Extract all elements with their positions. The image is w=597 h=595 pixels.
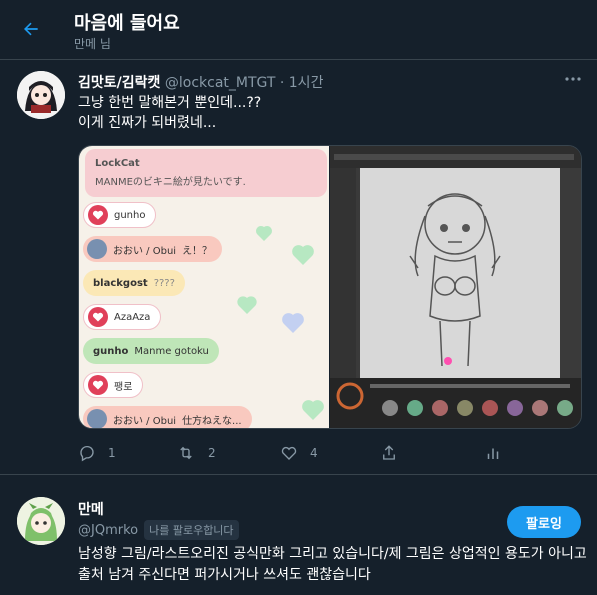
tweet-time[interactable]: · 1시간 xyxy=(280,75,324,91)
retweet-count: 2 xyxy=(208,446,216,460)
following-button[interactable]: 팔로잉 xyxy=(507,506,581,538)
author-name[interactable]: 김맛토/김락캣 xyxy=(78,75,160,91)
heart-icon xyxy=(88,205,108,225)
chat-message: gunho xyxy=(83,202,157,228)
chat-user: おおい / Obui xyxy=(113,415,177,427)
chat-message: おおい / Obui 仕方ねえな... xyxy=(83,406,252,428)
page-header: 마음에 들어요 만메 님 xyxy=(0,0,597,60)
chat-message: AzaAza xyxy=(83,304,162,330)
like-icon xyxy=(281,446,297,460)
like-button[interactable]: 4 xyxy=(280,443,318,463)
media-chat-image[interactable]: LockCat MANMEのビキニ絵が見たいです. gunho おおい / Ob… xyxy=(79,146,329,428)
page-subtitle: 만메 님 xyxy=(74,37,111,51)
reply-icon xyxy=(80,445,94,462)
tweet-text-line: 그냥 한번 말해본거 뿐인데...?? xyxy=(78,95,262,111)
chat-message: blackgost ???? xyxy=(83,270,185,296)
like-count: 4 xyxy=(310,446,318,460)
user-cell[interactable]: 만메 @JQmrko 나를 팔로우합니다 팔로잉 남성향 그림/라스트오리진 공… xyxy=(0,476,597,595)
more-button[interactable] xyxy=(561,69,585,89)
chat-text: MANMEのビキニ絵が見たいです. xyxy=(95,177,246,188)
chat-user: LockCat xyxy=(95,158,140,169)
chat-message: 팽로 xyxy=(83,372,144,398)
chat-user: 팽로 xyxy=(114,381,133,393)
avatar[interactable] xyxy=(17,497,65,545)
retweet-icon xyxy=(180,446,192,460)
follows-you-badge: 나를 팔로우합니다 xyxy=(144,520,239,540)
chat-text: え！？ xyxy=(182,245,213,257)
chat-user: AzaAza xyxy=(114,311,151,323)
tweet-text-line: 이게 진짜가 되버렸네... xyxy=(78,115,217,131)
user-icon xyxy=(87,409,107,428)
tweet-author-row: 김맛토/김락캣 @lockcat_MTGT · 1시간 xyxy=(78,72,323,92)
chat-message: gunho Manme gotoku xyxy=(83,338,219,364)
chat-message: おおい / Obui え！？ xyxy=(83,236,223,262)
reply-count: 1 xyxy=(108,446,116,460)
tweet-text: 그냥 한번 말해본거 뿐인데...?? 이게 진짜가 되버렸네... xyxy=(78,93,261,133)
chat-user: おおい / Obui xyxy=(113,245,177,257)
chat-user: gunho xyxy=(114,209,146,221)
analytics-icon xyxy=(487,448,499,459)
tweet-actions: 1 2 4 xyxy=(74,443,514,467)
follower-handle[interactable]: @JQmrko xyxy=(78,523,138,538)
tweet[interactable]: 김맛토/김락캣 @lockcat_MTGT · 1시간 그냥 한번 말해본거 뿐… xyxy=(0,61,597,475)
author-handle[interactable]: @lockcat_MTGT xyxy=(165,75,276,91)
page-title: 마음에 들어요 xyxy=(74,13,180,34)
media-drawing-image[interactable] xyxy=(330,146,581,428)
chat-text: Manme gotoku xyxy=(134,345,209,357)
heart-icon xyxy=(88,307,108,327)
tweet-media[interactable]: LockCat MANMEのビキニ絵が見たいです. gunho おおい / Ob… xyxy=(78,145,582,429)
chat-user: blackgost xyxy=(93,277,148,289)
chat-user: gunho xyxy=(93,345,129,357)
chat-text: 仕方ねえな... xyxy=(182,415,242,427)
reply-button[interactable]: 1 xyxy=(78,443,116,463)
avatar[interactable] xyxy=(17,71,65,119)
back-button[interactable] xyxy=(14,12,48,46)
retweet-button[interactable]: 2 xyxy=(176,443,216,463)
share-icon xyxy=(383,445,395,460)
analytics-button[interactable] xyxy=(484,443,502,463)
chat-text: ???? xyxy=(153,277,175,289)
back-arrow-icon xyxy=(24,22,38,36)
follower-bio: 남성향 그림/라스트오리진 공식만화 그리고 있습니다/제 그림은 상업적인 용… xyxy=(78,546,587,583)
user-icon xyxy=(87,239,107,259)
heart-icon xyxy=(88,375,108,395)
share-button[interactable] xyxy=(380,443,398,463)
more-icon xyxy=(565,77,581,81)
chat-message: LockCat MANMEのビキニ絵が見たいです. xyxy=(85,149,327,197)
follower-handle-row: @JQmrko 나를 팔로우합니다 xyxy=(78,520,239,540)
follower-name[interactable]: 만메 xyxy=(78,499,104,519)
